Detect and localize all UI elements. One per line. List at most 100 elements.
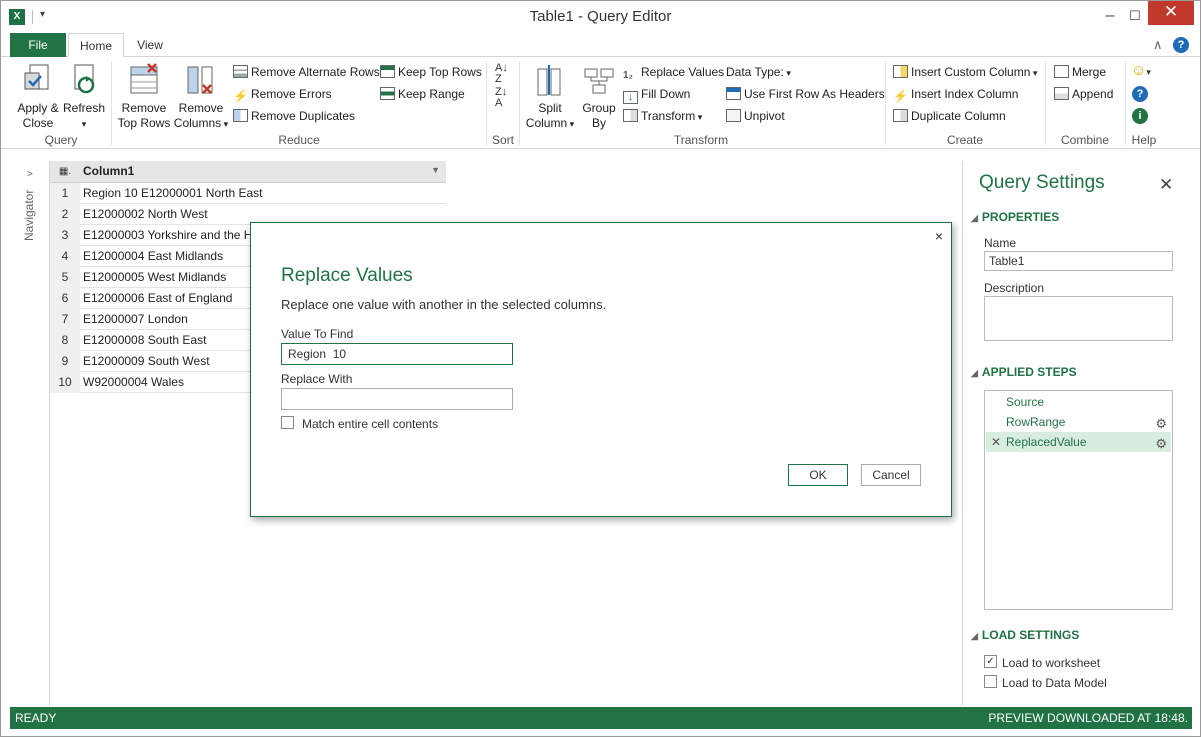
step-rowrange[interactable]: RowRange ⚙: [986, 412, 1171, 432]
gear-icon[interactable]: ⚙: [1155, 434, 1167, 454]
question-help-icon[interactable]: ?: [1132, 86, 1148, 102]
navigator-pane[interactable]: > Navigator: [10, 161, 50, 706]
replace-values-dialog: × Replace Values Replace one value with …: [250, 222, 952, 517]
merge-button[interactable]: Merge: [1054, 65, 1106, 80]
group-label-create: Create: [946, 133, 984, 147]
replace-with-input[interactable]: [281, 388, 513, 410]
keep-top-rows-button[interactable]: Keep Top Rows: [380, 65, 482, 80]
apply-close-button[interactable]: Apply & Close: [16, 63, 60, 131]
info-icon[interactable]: i: [1132, 108, 1148, 124]
remove-top-rows-button[interactable]: Remove Top Rows: [117, 63, 171, 131]
expand-navigator-icon[interactable]: >: [27, 169, 33, 180]
row-index: 7: [50, 309, 80, 330]
table-row[interactable]: 1 Region 10 E12000001 North East: [50, 183, 446, 204]
data-type-dropdown[interactable]: Data Type: ▾: [726, 65, 791, 81]
match-entire-cell-checkbox[interactable]: [281, 416, 294, 429]
row-value[interactable]: Region 10 E12000001 North East: [83, 183, 443, 204]
sort-descending-button[interactable]: Z↓ A: [495, 87, 507, 109]
remove-errors-button[interactable]: ⚡ Remove Errors: [233, 87, 332, 103]
description-input[interactable]: [984, 296, 1173, 341]
smiley-feedback-icon[interactable]: ☺▾: [1131, 63, 1151, 80]
row-index: 9: [50, 351, 80, 372]
keep-range-button[interactable]: Keep Range: [380, 87, 465, 102]
applied-steps-heading[interactable]: ◢ APPLIED STEPS: [971, 365, 1077, 379]
duplicate-column-button[interactable]: Duplicate Column: [893, 109, 1006, 124]
replace-values-button[interactable]: 1₂ Replace Values: [623, 65, 724, 82]
group-label-sort: Sort: [491, 133, 514, 147]
group-by-button[interactable]: Group By: [579, 63, 619, 131]
apply-close-icon: [24, 64, 49, 90]
tab-home[interactable]: Home: [68, 33, 124, 58]
insert-custom-column-button[interactable]: Insert Custom Column ▾: [893, 65, 1037, 81]
status-ready: READY: [15, 711, 57, 725]
name-input[interactable]: [984, 251, 1173, 271]
grid-header: ▦. Column1 ▼: [50, 161, 446, 183]
properties-heading[interactable]: ◢ PROPERTIES: [971, 210, 1059, 224]
query-settings-pane: Query Settings ✕ ◢PROPERTIES Name Descri…: [962, 161, 1192, 706]
step-source[interactable]: Source: [986, 392, 1171, 412]
row-index: 5: [50, 267, 80, 288]
ok-button[interactable]: OK: [788, 464, 848, 486]
gear-icon[interactable]: ⚙: [1155, 414, 1167, 434]
use-first-row-as-headers-button[interactable]: Use First Row As Headers: [726, 87, 885, 102]
group-separator: [1125, 61, 1126, 145]
collapse-ribbon-icon[interactable]: ∧: [1153, 37, 1163, 53]
split-column-button[interactable]: Split Column ▾: [524, 63, 576, 132]
column-header[interactable]: Column1: [83, 161, 443, 182]
remove-columns-button[interactable]: Remove Columns ▾: [173, 63, 229, 132]
help-icon[interactable]: ?: [1173, 37, 1189, 53]
refresh-icon: [74, 64, 95, 94]
sort-ascending-button[interactable]: A↓ Z: [495, 63, 508, 85]
append-icon: [1054, 87, 1069, 100]
delete-step-icon[interactable]: ✕: [991, 432, 1001, 452]
tab-view[interactable]: View: [127, 33, 173, 57]
load-to-data-model-checkbox[interactable]: [984, 675, 997, 688]
group-separator: [486, 61, 487, 145]
refresh-button[interactable]: Refresh ▾: [62, 63, 106, 132]
sort-ascending-icon: A↓ Z: [495, 62, 508, 85]
append-button[interactable]: Append: [1054, 87, 1113, 102]
remove-alternate-rows-icon: [233, 65, 248, 78]
fill-down-button[interactable]: ↓ Fill Down: [623, 87, 690, 104]
cancel-button[interactable]: Cancel: [861, 464, 921, 486]
replace-values-icon: 1₂: [623, 70, 634, 81]
remove-alternate-rows-button[interactable]: Remove Alternate Rows: [233, 65, 380, 80]
group-label-reduce: Reduce: [278, 133, 320, 147]
insert-custom-column-icon: [893, 65, 908, 78]
row-index: 3: [50, 225, 80, 246]
remove-duplicates-button[interactable]: Remove Duplicates: [233, 109, 355, 124]
minimize-button[interactable]: –: [1098, 5, 1122, 27]
close-settings-icon[interactable]: ✕: [1159, 175, 1173, 195]
load-to-worksheet-checkbox[interactable]: ✓: [984, 655, 997, 668]
duplicate-column-icon: [893, 109, 908, 122]
row-index: 8: [50, 330, 80, 351]
group-separator: [885, 61, 886, 145]
row-index: 10: [50, 372, 80, 393]
dialog-close-icon[interactable]: ×: [935, 228, 943, 244]
status-preview-time: PREVIEW DOWNLOADED AT 18:48.: [988, 711, 1188, 725]
insert-index-column-button[interactable]: ⚡ Insert Index Column: [893, 87, 1018, 103]
unpivot-icon: [726, 109, 741, 122]
row-index: 4: [50, 246, 80, 267]
collapse-triangle-icon: ◢: [971, 368, 978, 378]
maximize-button[interactable]: ☐: [1123, 5, 1147, 27]
close-button[interactable]: ✕: [1148, 1, 1194, 25]
collapse-triangle-icon: ◢: [971, 631, 978, 641]
step-replacedvalue[interactable]: ✕ ReplacedValue ⚙: [986, 432, 1171, 452]
group-label-combine: Combine: [1060, 133, 1110, 147]
tab-file[interactable]: File: [10, 33, 66, 57]
load-to-worksheet-label: Load to worksheet: [1002, 656, 1101, 670]
keep-top-rows-icon: [380, 65, 395, 78]
load-settings-heading[interactable]: ◢ LOAD SETTINGS: [971, 628, 1079, 642]
value-to-find-input[interactable]: [281, 343, 513, 365]
collapse-triangle-icon: ◢: [971, 213, 978, 223]
transform-button[interactable]: Transform ▾: [623, 109, 702, 125]
group-separator: [111, 61, 112, 145]
unpivot-button[interactable]: Unpivot: [726, 109, 785, 124]
table-menu-icon[interactable]: ▦.: [50, 161, 80, 182]
split-column-icon: [537, 65, 561, 96]
column-filter-icon[interactable]: ▼: [431, 165, 440, 175]
query-editor-window: X ▾ Table1 - Query Editor – ☐ ✕ File Hom…: [0, 0, 1201, 737]
fill-down-icon: ↓: [623, 91, 638, 104]
group-separator: [1045, 61, 1046, 145]
